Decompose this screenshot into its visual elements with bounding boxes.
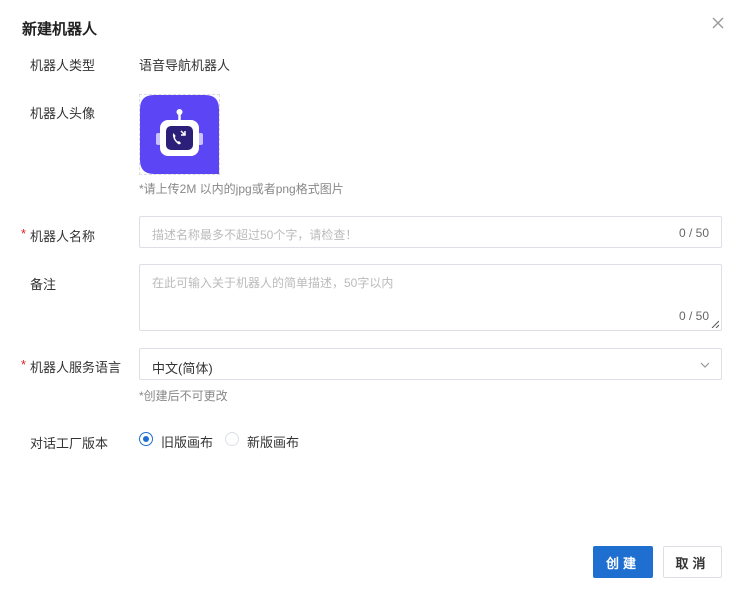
create-button[interactable]: 创建: [593, 546, 653, 578]
remark-placeholder: 在此可输入关于机器人的简单描述，50字以内: [152, 276, 394, 290]
required-mark: *: [21, 226, 27, 241]
radio-new-canvas[interactable]: [225, 432, 239, 446]
robot-avatar-label: 机器人头像: [30, 106, 96, 121]
new-robot-dialog: 新建机器人 机器人类型 语音导航机器人 机器人头像 *请上传2M 以内的jpg或…: [0, 0, 744, 598]
robot-type-label: 机器人类型: [30, 58, 96, 73]
resize-handle-icon[interactable]: [711, 320, 719, 328]
cancel-button[interactable]: 取消: [663, 546, 722, 578]
language-select[interactable]: 中文(简体): [139, 348, 722, 380]
language-selected-value: 中文(简体): [152, 361, 213, 376]
radio-new-canvas-label[interactable]: 新版画布: [247, 432, 299, 451]
remark-textarea[interactable]: 在此可输入关于机器人的简单描述，50字以内 0 / 50: [139, 264, 722, 331]
robot-name-input[interactable]: 描述名称最多不超过50个字，请检查！ 0 / 50: [139, 216, 722, 248]
robot-name-placeholder: 描述名称最多不超过50个字，请检查！: [152, 228, 358, 242]
robot-name-label: 机器人名称: [30, 229, 96, 244]
robot-phone-icon[interactable]: [140, 95, 219, 174]
close-icon[interactable]: [709, 14, 727, 32]
radio-old-canvas-label[interactable]: 旧版画布: [161, 432, 213, 451]
version-label: 对话工厂版本: [30, 436, 109, 451]
language-hint: *创建后不可更改: [139, 389, 228, 403]
dialog-title: 新建机器人: [22, 21, 98, 38]
avatar-hint: *请上传2M 以内的jpg或者png格式图片: [139, 182, 344, 196]
robot-name-count: 0 / 50: [678, 226, 709, 240]
remark-count: 0 / 50: [678, 309, 709, 323]
required-mark: *: [21, 357, 27, 372]
language-label: 机器人服务语言: [30, 360, 122, 375]
remark-label: 备注: [30, 277, 57, 292]
chevron-down-icon: [700, 362, 710, 368]
radio-old-canvas[interactable]: [139, 432, 153, 446]
robot-type-value: 语音导航机器人: [139, 58, 231, 73]
